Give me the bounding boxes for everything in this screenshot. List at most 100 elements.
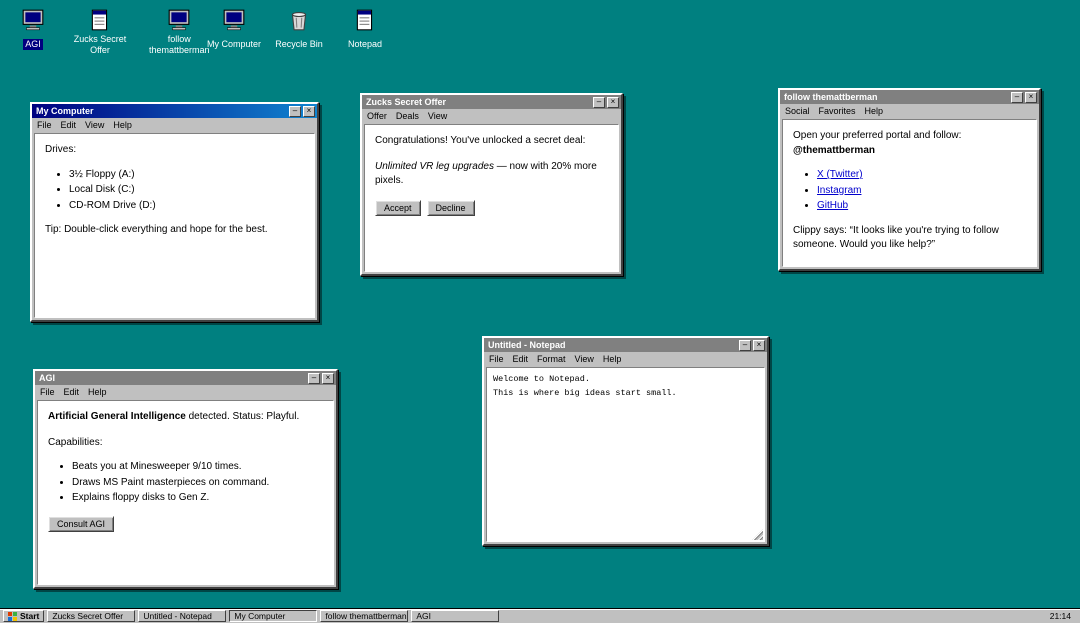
titlebar[interactable]: Untitled - Notepad – × bbox=[484, 338, 767, 352]
start-button[interactable]: Start bbox=[3, 610, 45, 622]
agi-window: AGI – × File Edit Help Artificial Genera… bbox=[33, 369, 338, 589]
menu-bar: File Edit Help bbox=[35, 385, 336, 398]
start-label: Start bbox=[20, 611, 40, 621]
agi-status-rest: detected. Status: Playful. bbox=[185, 411, 300, 422]
social-links-list: X (Twitter) Instagram GitHub bbox=[793, 168, 1026, 214]
taskbar-button-my-computer[interactable]: My Computer bbox=[229, 610, 318, 622]
recycle-bin-icon bbox=[287, 8, 311, 32]
instagram-link[interactable]: Instagram bbox=[817, 185, 861, 196]
notepad-icon bbox=[353, 8, 377, 32]
icon-label: Zucks Secret Offer bbox=[73, 34, 127, 55]
my-computer-icon bbox=[222, 8, 246, 32]
minimize-button[interactable]: – bbox=[308, 372, 320, 384]
menu-view[interactable]: View bbox=[575, 354, 594, 364]
capability-item: Explains floppy disks to Gen Z. bbox=[72, 491, 323, 506]
desktop-icon-agi[interactable]: AGI bbox=[1, 8, 65, 52]
minimize-button[interactable]: – bbox=[593, 96, 605, 108]
menu-file[interactable]: File bbox=[489, 354, 504, 364]
menu-edit[interactable]: Edit bbox=[64, 387, 80, 397]
document-icon bbox=[88, 8, 112, 32]
decline-button[interactable]: Decline bbox=[426, 199, 475, 216]
window-title: Untitled - Notepad bbox=[488, 340, 566, 350]
close-button[interactable]: × bbox=[322, 372, 334, 384]
icon-label: Notepad bbox=[347, 39, 383, 49]
consult-agi-button[interactable]: Consult AGI bbox=[48, 515, 115, 532]
drive-local-disk[interactable]: Local Disk (C:) bbox=[69, 183, 304, 198]
follow-content: Open your preferred portal and follow: @… bbox=[782, 119, 1037, 267]
drives-list: 3½ Floppy (A:) Local Disk (C:) CD-ROM Dr… bbox=[45, 168, 304, 214]
agi-status-text: Artificial General Intelligence detected… bbox=[48, 410, 323, 425]
menu-help[interactable]: Help bbox=[113, 120, 132, 130]
clippy-text: Clippy says: “It looks like you're tryin… bbox=[793, 224, 999, 251]
titlebar[interactable]: My Computer – × bbox=[32, 104, 317, 118]
minimize-button[interactable]: – bbox=[739, 339, 751, 351]
taskbar-clock: 21:14 bbox=[1049, 611, 1071, 621]
notepad-content: Welcome to Notepad. This is where big id… bbox=[486, 367, 765, 542]
menu-view[interactable]: View bbox=[428, 111, 447, 121]
minimize-button[interactable]: – bbox=[289, 105, 301, 117]
window-title: Zucks Secret Offer bbox=[366, 97, 447, 107]
start-logo-icon bbox=[8, 611, 17, 621]
minimize-button[interactable]: – bbox=[1011, 91, 1023, 103]
menu-view[interactable]: View bbox=[85, 120, 104, 130]
menu-social[interactable]: Social bbox=[785, 106, 810, 116]
list-item: GitHub bbox=[817, 199, 1026, 214]
accept-button[interactable]: Accept bbox=[375, 199, 421, 216]
monitor-icon bbox=[167, 8, 191, 32]
drive-cdrom[interactable]: CD-ROM Drive (D:) bbox=[69, 199, 304, 214]
list-item: X (Twitter) bbox=[817, 168, 1026, 183]
titlebar[interactable]: Zucks Secret Offer – × bbox=[362, 95, 621, 109]
icon-label: AGI bbox=[23, 39, 43, 50]
tip-text: Tip: Double-click everything and hope fo… bbox=[45, 224, 268, 235]
desktop-icon-zucks-secret-offer[interactable]: Zucks Secret Offer bbox=[68, 8, 132, 58]
taskbar-button-untitled-notepad[interactable]: Untitled - Notepad bbox=[138, 610, 227, 622]
window-title: AGI bbox=[39, 373, 56, 383]
menu-edit[interactable]: Edit bbox=[513, 354, 529, 364]
menu-deals[interactable]: Deals bbox=[396, 111, 419, 121]
intro-text: Open your preferred portal and follow: bbox=[793, 130, 962, 141]
taskbar: Start Zucks Secret Offer Untitled - Note… bbox=[0, 608, 1080, 623]
menu-file[interactable]: File bbox=[40, 387, 55, 397]
follow-themattberman-window: follow themattberman – × Social Favorite… bbox=[778, 88, 1041, 271]
menu-file[interactable]: File bbox=[37, 120, 52, 130]
menu-help[interactable]: Help bbox=[88, 387, 107, 397]
agi-icon bbox=[21, 8, 45, 32]
desktop-icon-notepad[interactable]: Notepad bbox=[333, 8, 397, 52]
desktop-icon-my-computer[interactable]: My Computer bbox=[202, 8, 266, 52]
close-button[interactable]: × bbox=[607, 96, 619, 108]
icon-label: My Computer bbox=[206, 39, 261, 49]
zucks-content: Congratulations! You've unlocked a secre… bbox=[364, 124, 619, 272]
x-twitter-link[interactable]: X (Twitter) bbox=[817, 169, 863, 180]
list-item: Instagram bbox=[817, 184, 1026, 199]
agi-content: Artificial General Intelligence detected… bbox=[37, 400, 334, 585]
close-button[interactable]: × bbox=[1025, 91, 1037, 103]
capability-item: Beats you at Minesweeper 9/10 times. bbox=[72, 460, 323, 475]
menu-format[interactable]: Format bbox=[537, 354, 566, 364]
agi-status-bold: Artificial General Intelligence bbox=[48, 411, 186, 422]
capability-item: Draws MS Paint masterpieces on command. bbox=[72, 476, 323, 491]
my-computer-content: Drives: 3½ Floppy (A:) Local Disk (C:) C… bbox=[34, 133, 315, 318]
close-button[interactable]: × bbox=[303, 105, 315, 117]
menu-favorites[interactable]: Favorites bbox=[819, 106, 856, 116]
menu-offer[interactable]: Offer bbox=[367, 111, 387, 121]
drive-floppy[interactable]: 3½ Floppy (A:) bbox=[69, 168, 304, 183]
menu-help[interactable]: Help bbox=[603, 354, 622, 364]
zucks-secret-offer-window: Zucks Secret Offer – × Offer Deals View … bbox=[360, 93, 623, 276]
menu-bar: Offer Deals View bbox=[362, 109, 621, 122]
taskbar-button-zucks-secret-offer[interactable]: Zucks Secret Offer bbox=[47, 610, 136, 622]
capabilities-heading: Capabilities: bbox=[48, 436, 103, 448]
notepad-window: Untitled - Notepad – × File Edit Format … bbox=[482, 336, 769, 546]
notepad-textarea[interactable]: Welcome to Notepad. This is where big id… bbox=[487, 368, 764, 541]
offer-italic: Unlimited VR leg upgrades bbox=[375, 160, 494, 172]
menu-edit[interactable]: Edit bbox=[61, 120, 77, 130]
desktop-icon-recycle-bin[interactable]: Recycle Bin bbox=[267, 8, 331, 52]
taskbar-button-follow-themattberman[interactable]: follow themattberman bbox=[320, 610, 409, 622]
github-link[interactable]: GitHub bbox=[817, 200, 848, 211]
titlebar[interactable]: AGI – × bbox=[35, 371, 336, 385]
icon-label: Recycle Bin bbox=[275, 39, 323, 49]
titlebar[interactable]: follow themattberman – × bbox=[780, 90, 1039, 104]
taskbar-button-agi[interactable]: AGI bbox=[411, 610, 500, 622]
capabilities-list: Beats you at Minesweeper 9/10 times. Dra… bbox=[48, 460, 323, 506]
close-button[interactable]: × bbox=[753, 339, 765, 351]
menu-help[interactable]: Help bbox=[865, 106, 884, 116]
